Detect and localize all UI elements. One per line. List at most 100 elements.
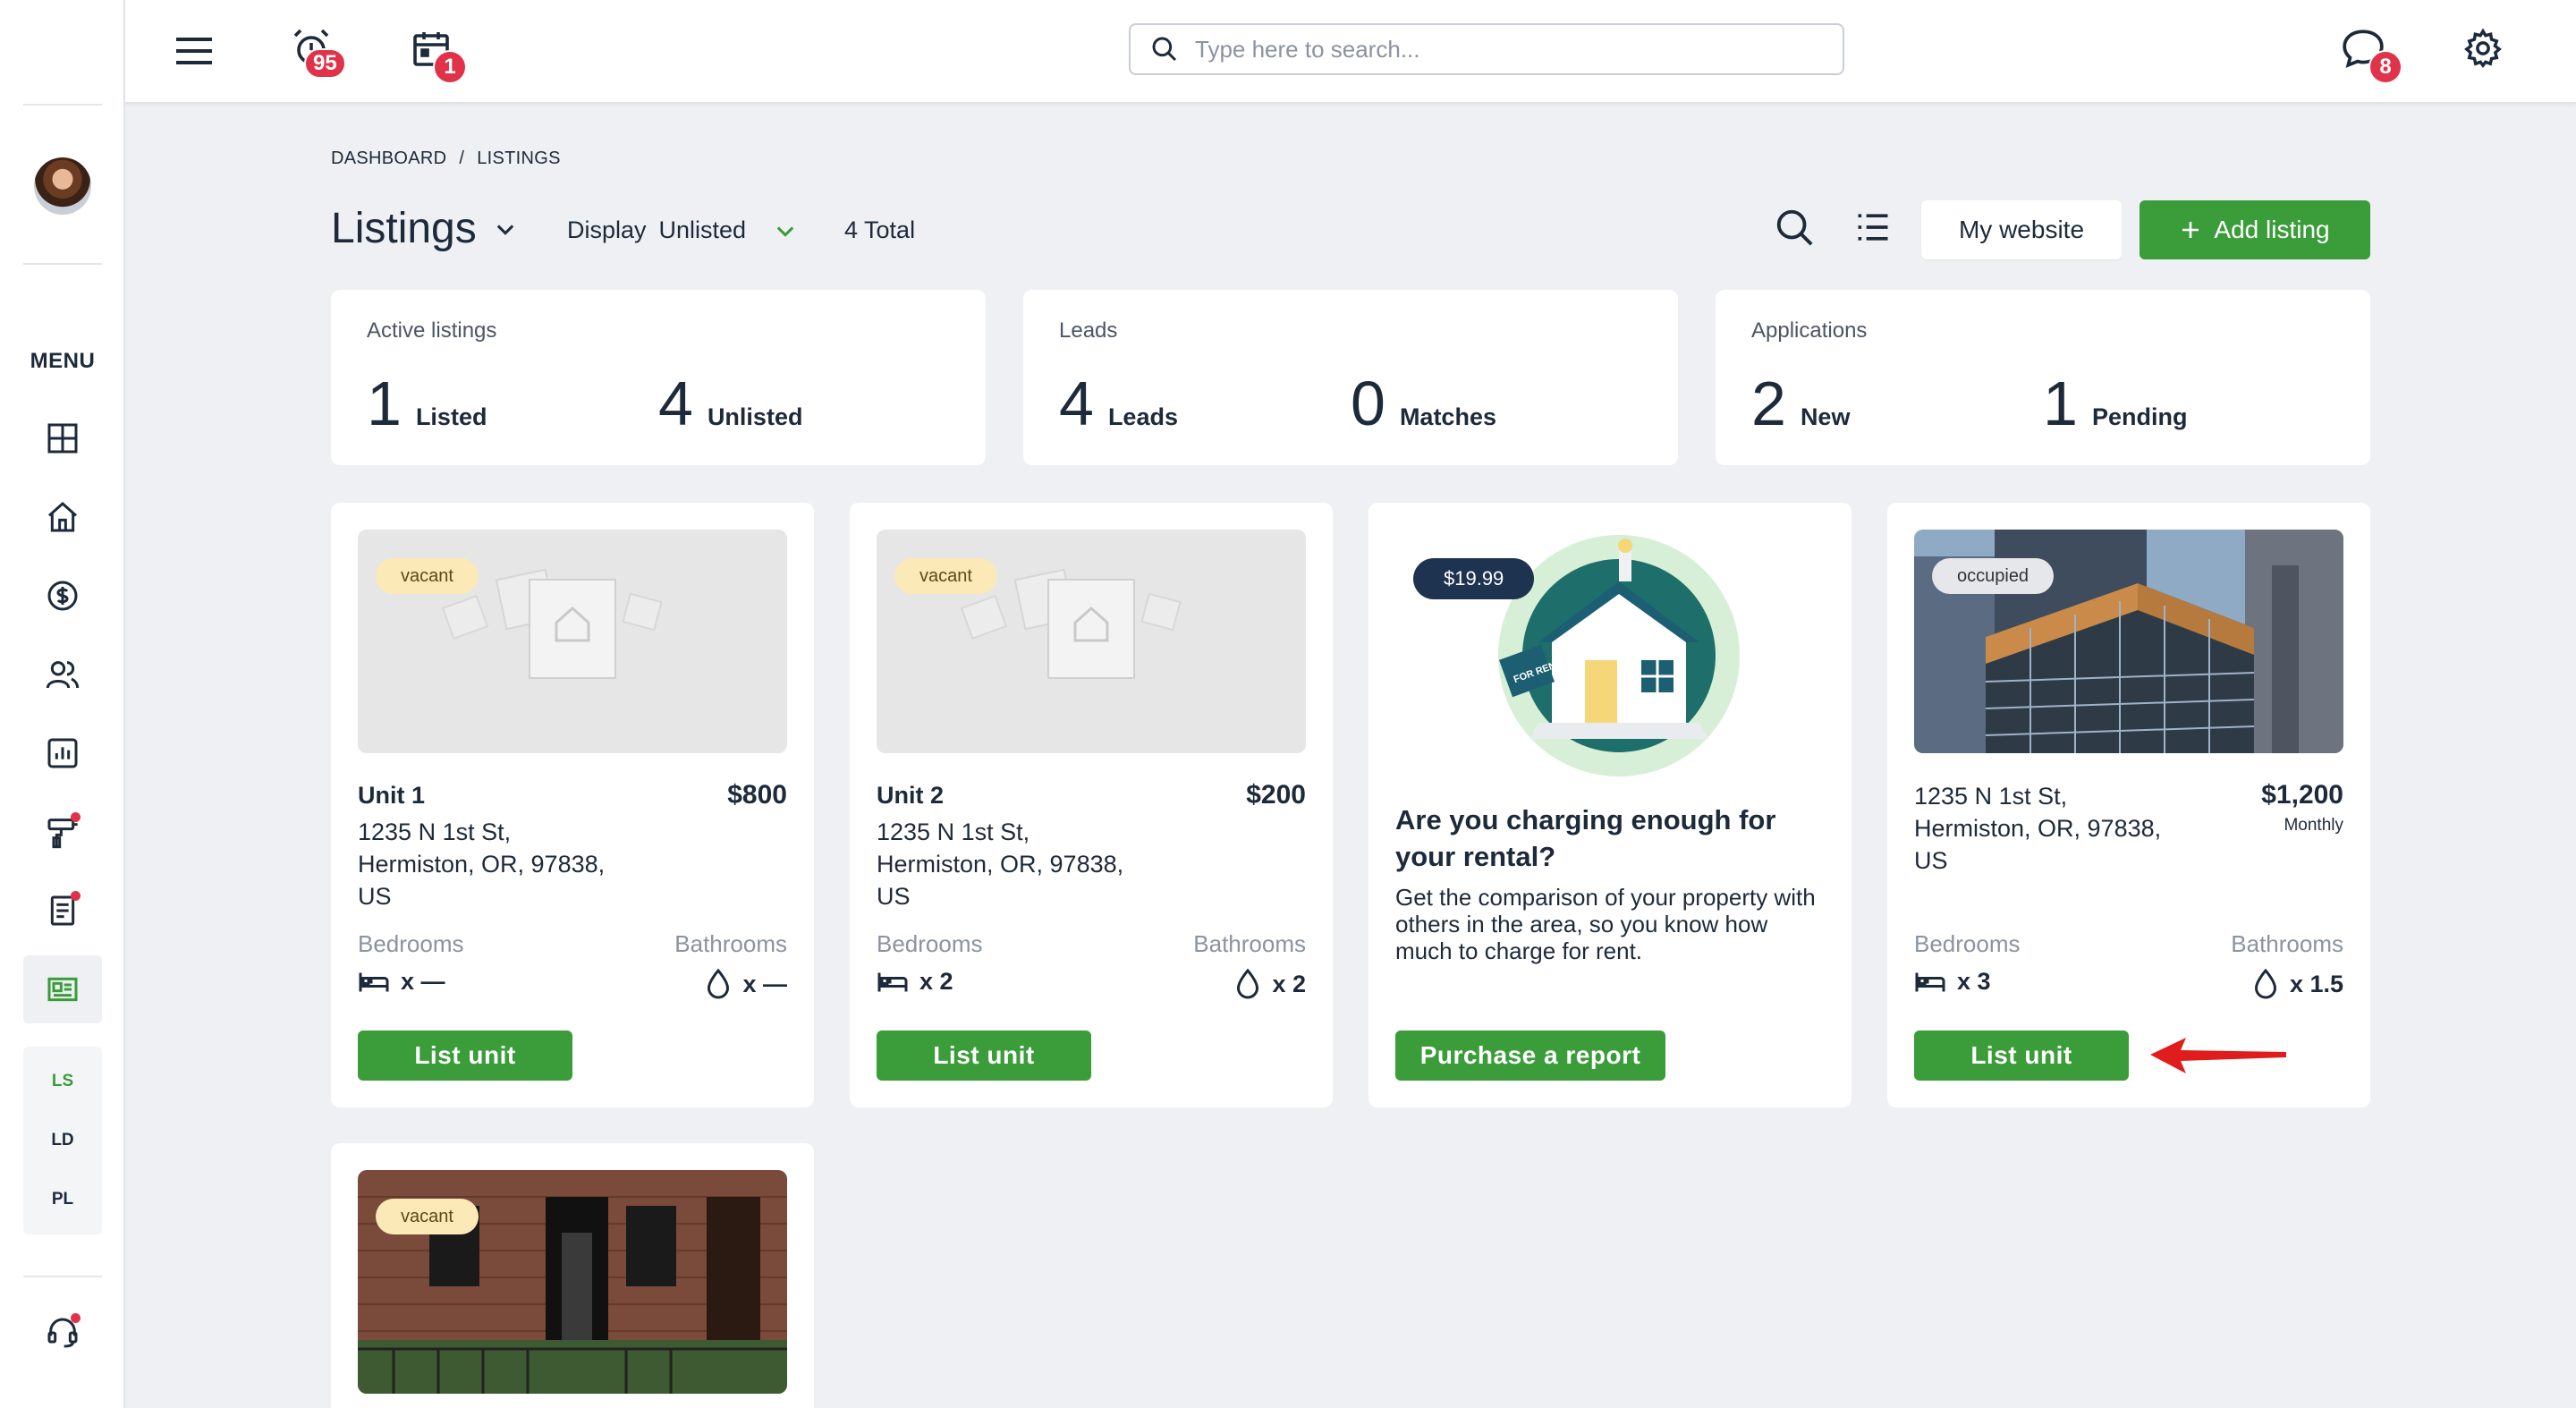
purchase-report-button[interactable]: Purchase a report <box>1395 1031 1665 1081</box>
chevron-down-icon <box>496 224 513 235</box>
bathrooms-label: Bathrooms <box>1193 930 1306 957</box>
sidebar-item-dashboard[interactable] <box>39 415 86 462</box>
list-unit-button[interactable]: List unit <box>1914 1031 2129 1081</box>
breadcrumb-dashboard[interactable]: DASHBOARD <box>331 148 446 169</box>
sidebar-item-listings[interactable] <box>39 966 86 1013</box>
list-view-button[interactable] <box>1850 204 1896 250</box>
listing-placeholder-image: vacant <box>358 530 787 753</box>
water-drop-icon <box>708 968 730 999</box>
address-line: US <box>358 883 392 910</box>
bathrooms-value: x — <box>705 968 787 1000</box>
water-drop-icon <box>2254 968 2276 999</box>
bedrooms-value: x 3 <box>1914 968 1991 996</box>
topbar: 95 1 8 <box>125 0 2576 104</box>
submenu-item-pl[interactable]: PL <box>23 1190 102 1209</box>
promo-text: Get the comparison of your property with… <box>1395 884 1816 964</box>
page-title-dropdown[interactable]: Listings <box>331 204 518 253</box>
bathrooms-label: Bathrooms <box>674 930 787 957</box>
stat-label: New <box>1800 403 1851 430</box>
report-icon <box>47 738 78 768</box>
settings-button[interactable] <box>2460 25 2506 72</box>
chat-button[interactable]: 8 <box>2338 23 2402 84</box>
stat-number: 4 <box>658 369 693 438</box>
water-drop-icon <box>1237 968 1259 999</box>
breadcrumb: DASHBOARD / LISTINGS <box>331 148 561 169</box>
stat-label: Matches <box>1399 403 1496 430</box>
my-website-button[interactable]: My website <box>1921 200 2122 259</box>
listing-photo: vacant <box>358 1170 787 1394</box>
bathrooms-count: x 1.5 <box>2289 970 2343 997</box>
stat-card-active-listings[interactable]: Active listings 1 Listed 4 Unlisted <box>331 290 986 465</box>
sidebar-item-people[interactable] <box>39 651 86 698</box>
listing-card[interactable]: vacant <box>331 1143 814 1408</box>
status-badge: vacant <box>376 1199 479 1234</box>
search-listings-button[interactable] <box>1771 204 1818 250</box>
hamburger-button[interactable] <box>170 27 218 75</box>
bedrooms-label: Bedrooms <box>1914 930 2021 957</box>
page-title: Listings <box>331 205 477 252</box>
address-line: Hermiston, OR, 97838, <box>1914 815 2162 842</box>
chat-badge: 8 <box>2368 50 2402 84</box>
listing-photo: occupied <box>1914 530 2343 753</box>
sidebar-item-documents[interactable] <box>39 887 86 934</box>
listing-card[interactable]: occupied 1235 N 1st St, Hermiston, OR, 9… <box>1887 503 2370 1107</box>
list-view-icon <box>1858 214 1888 241</box>
list-unit-button[interactable]: List unit <box>877 1031 1091 1081</box>
report-price-badge: $19.99 <box>1413 558 1535 599</box>
list-unit-button[interactable]: List unit <box>358 1031 572 1081</box>
sidebar-item-support[interactable] <box>39 1310 86 1356</box>
stat-listed[interactable]: 1 Listed <box>367 372 487 435</box>
price-frequency: Monthly <box>2284 816 2343 835</box>
reminders-badge: 95 <box>304 48 346 79</box>
stat-number: 2 <box>1751 369 1786 438</box>
menu-label: MENU <box>30 349 96 373</box>
listings-icon <box>47 977 78 1002</box>
bathrooms-label: Bathrooms <box>2231 930 2343 957</box>
stat-pending[interactable]: 1 Pending <box>2043 372 2187 435</box>
reminders-button[interactable]: 95 <box>286 23 346 79</box>
sidebar-item-reports[interactable] <box>39 730 86 776</box>
display-label: Display <box>567 216 647 243</box>
sidebar-divider <box>23 263 102 265</box>
notification-dot <box>71 891 80 901</box>
calendar-button[interactable]: 1 <box>406 23 467 84</box>
address-line: US <box>1914 847 1948 874</box>
dashboard-icon <box>47 423 78 454</box>
stat-matches[interactable]: 0 Matches <box>1351 372 1496 435</box>
avatar[interactable] <box>34 157 91 215</box>
submenu-item-ls[interactable]: LS <box>23 1072 102 1091</box>
plus-icon <box>2182 222 2199 238</box>
price: $200 <box>1246 780 1306 810</box>
stat-card-leads[interactable]: Leads 4 Leads 0 Matches <box>1023 290 1678 465</box>
address-line: 1235 N 1st St, <box>1914 783 2068 810</box>
sidebar-item-maintenance[interactable] <box>39 809 86 855</box>
listing-card[interactable]: vacant Unit 1 1235 N 1st St, Hermiston, … <box>331 503 814 1107</box>
stat-card-applications[interactable]: Applications 2 New 1 Pending <box>1716 290 2370 465</box>
stat-leads[interactable]: 4 Leads <box>1059 372 1178 435</box>
stat-label: Unlisted <box>707 403 803 430</box>
annotation-arrow-icon <box>2150 1038 2286 1073</box>
stat-label: Listed <box>415 403 487 430</box>
search-input[interactable] <box>1195 35 1803 64</box>
chevron-down-icon <box>776 225 794 237</box>
search-box[interactable] <box>1129 23 1844 75</box>
stat-number: 4 <box>1059 369 1094 438</box>
display-filter[interactable]: Display Unlisted <box>567 216 798 244</box>
bathrooms-count: x — <box>742 970 787 997</box>
sidebar-item-properties[interactable] <box>39 494 86 540</box>
stat-new[interactable]: 2 New <box>1751 372 1850 435</box>
stat-title: Active listings <box>367 318 497 343</box>
sidebar-item-accounting[interactable] <box>39 573 86 619</box>
submenu-item-ld[interactable]: LD <box>23 1131 102 1150</box>
listings-submenu: LS LD PL <box>23 1047 102 1234</box>
stat-title: Applications <box>1751 318 1868 343</box>
stat-unlisted[interactable]: 4 Unlisted <box>658 372 802 435</box>
unit-name[interactable]: Unit 1 <box>358 782 425 810</box>
add-listing-button[interactable]: Add listing <box>2140 200 2370 259</box>
bedrooms-count: x 2 <box>919 968 953 995</box>
bedrooms-value: x — <box>358 968 445 996</box>
unit-name[interactable]: Unit 2 <box>877 782 944 810</box>
status-badge: vacant <box>894 558 997 594</box>
listing-card[interactable]: vacant Unit 2 1235 N 1st St, Hermiston, … <box>850 503 1333 1107</box>
notification-dot <box>71 812 80 822</box>
